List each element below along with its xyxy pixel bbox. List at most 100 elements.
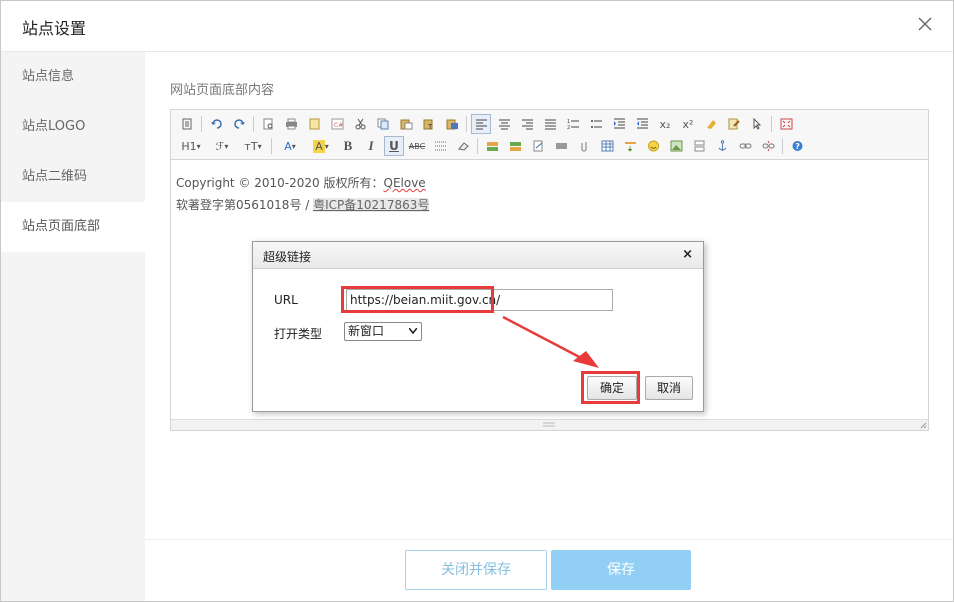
link-icon[interactable] bbox=[735, 136, 755, 156]
editor-toolbar: C# T 12 x₂ x² H1 ▾ ℱ ▾ тT ▾ A ▾ A ▾ B I … bbox=[171, 110, 928, 160]
print-icon[interactable] bbox=[281, 114, 301, 134]
indent-icon[interactable] bbox=[609, 114, 629, 134]
image-edit-icon[interactable] bbox=[528, 136, 548, 156]
clear-format-icon[interactable] bbox=[701, 114, 721, 134]
owner-name: QElove bbox=[383, 176, 426, 190]
font-family-dropdown[interactable]: ℱ ▾ bbox=[208, 136, 236, 156]
superscript-button[interactable]: x² bbox=[678, 114, 698, 134]
close-and-save-button[interactable]: 关闭并保存 bbox=[405, 550, 547, 590]
highlight-label: A bbox=[313, 139, 325, 153]
content-line-1: Copyright © 2010-2020 版权所有：QElove bbox=[176, 172, 923, 194]
svg-text:2: 2 bbox=[567, 125, 570, 130]
cut-icon[interactable] bbox=[350, 114, 370, 134]
code-block-icon[interactable]: C# bbox=[327, 114, 347, 134]
toolbar-row-1: C# T 12 x₂ x² bbox=[177, 113, 922, 135]
outdent-icon[interactable] bbox=[632, 114, 652, 134]
help-icon[interactable]: ? bbox=[787, 136, 807, 156]
paste-word-icon[interactable] bbox=[442, 114, 462, 134]
insert-row-icon[interactable] bbox=[620, 136, 640, 156]
bold-button[interactable]: B bbox=[338, 136, 358, 156]
toolbar-divider bbox=[253, 116, 254, 132]
chevron-down-icon bbox=[409, 328, 417, 334]
hyperlink-dialog: 超级链接 × URL 打开类型 新窗口 确定 取消 bbox=[252, 241, 704, 412]
attachment-icon[interactable] bbox=[574, 136, 594, 156]
paste-text-icon[interactable]: T bbox=[419, 114, 439, 134]
close-icon[interactable]: × bbox=[682, 247, 693, 262]
format-painter-icon[interactable] bbox=[724, 114, 744, 134]
sidebar-item-site-info[interactable]: 站点信息 bbox=[1, 52, 145, 102]
align-justify-icon[interactable] bbox=[540, 114, 560, 134]
eraser-icon[interactable] bbox=[453, 136, 473, 156]
font-color-label: A bbox=[284, 139, 292, 153]
align-right-icon[interactable] bbox=[517, 114, 537, 134]
font-size-dropdown[interactable]: тT ▾ bbox=[239, 136, 267, 156]
fullscreen-icon[interactable] bbox=[776, 114, 796, 134]
icp-link-text[interactable]: 粤ICP备10217863号 bbox=[313, 198, 430, 212]
align-center-icon[interactable] bbox=[494, 114, 514, 134]
software-copyright-text: 软著登字第0561018号 / bbox=[176, 198, 314, 212]
ok-button[interactable]: 确定 bbox=[587, 376, 637, 400]
select-all-icon[interactable] bbox=[747, 114, 767, 134]
sidebar-item-site-logo[interactable]: 站点LOGO bbox=[1, 102, 145, 152]
italic-button[interactable]: I bbox=[361, 136, 381, 156]
resize-handle-icon[interactable] bbox=[919, 421, 927, 429]
toolbar-divider bbox=[201, 116, 202, 132]
sidebar-item-page-footer[interactable]: 站点页面底部 bbox=[1, 202, 145, 252]
subscript-button[interactable]: x₂ bbox=[655, 114, 675, 134]
svg-text:T: T bbox=[427, 123, 433, 130]
toolbar-divider bbox=[477, 138, 478, 154]
open-type-select[interactable]: 新窗口 bbox=[344, 322, 422, 341]
footer-divider bbox=[145, 539, 953, 540]
preview-icon[interactable] bbox=[258, 114, 278, 134]
highlight-color-dropdown[interactable]: A ▾ bbox=[307, 136, 335, 156]
strikethrough-button[interactable]: ABC bbox=[407, 136, 427, 156]
editor-content-area[interactable]: Copyright © 2010-2020 版权所有：QElove 软著登字第0… bbox=[171, 160, 928, 228]
close-icon[interactable] bbox=[917, 16, 933, 32]
heading-label: H1 bbox=[181, 139, 197, 153]
undo-icon[interactable] bbox=[206, 114, 226, 134]
unlink-icon[interactable] bbox=[758, 136, 778, 156]
insert-media-icon[interactable] bbox=[551, 136, 571, 156]
toolbar-divider bbox=[771, 116, 772, 132]
ordered-list-icon[interactable]: 12 bbox=[563, 114, 583, 134]
hr-icon[interactable] bbox=[430, 136, 450, 156]
hyperlink-dialog-header: 超级链接 × bbox=[253, 242, 703, 269]
dialog-title: 站点设置 bbox=[22, 19, 87, 38]
insert-table-icon[interactable] bbox=[597, 136, 617, 156]
cancel-button[interactable]: 取消 bbox=[645, 376, 693, 400]
toolbar-divider bbox=[782, 138, 783, 154]
insert-table-row-icon[interactable] bbox=[482, 136, 502, 156]
toolbar-divider bbox=[466, 116, 467, 132]
heading-dropdown[interactable]: H1 ▾ bbox=[177, 136, 205, 156]
toolbar-row-2: H1 ▾ ℱ ▾ тT ▾ A ▾ A ▾ B I U ABC ? bbox=[177, 135, 922, 157]
align-left-icon[interactable] bbox=[471, 114, 491, 134]
editor-resize-bar[interactable] bbox=[171, 419, 928, 430]
svg-text:?: ? bbox=[795, 142, 800, 151]
insert-image-icon[interactable] bbox=[666, 136, 686, 156]
settings-sidebar: 站点信息 站点LOGO 站点二维码 站点页面底部 bbox=[1, 52, 145, 601]
insert-table-col-icon[interactable] bbox=[505, 136, 525, 156]
source-code-icon[interactable] bbox=[177, 114, 197, 134]
save-button[interactable]: 保存 bbox=[551, 550, 691, 590]
template-icon[interactable] bbox=[304, 114, 324, 134]
svg-text:C#: C# bbox=[334, 122, 343, 129]
page-break-icon[interactable] bbox=[689, 136, 709, 156]
section-label: 网站页面底部内容 bbox=[170, 83, 275, 98]
open-type-value: 新窗口 bbox=[348, 324, 385, 338]
hyperlink-dialog-title: 超级链接 bbox=[263, 250, 312, 264]
grip-icon bbox=[543, 422, 555, 427]
font-color-dropdown[interactable]: A ▾ bbox=[276, 136, 304, 156]
content-line-2: 软著登字第0561018号 / 粤ICP备10217863号 bbox=[176, 194, 923, 216]
redo-icon[interactable] bbox=[229, 114, 249, 134]
sidebar-item-site-qrcode[interactable]: 站点二维码 bbox=[1, 152, 145, 202]
open-type-label: 打开类型 bbox=[274, 327, 323, 341]
anchor-icon[interactable] bbox=[712, 136, 732, 156]
site-settings-dialog: 站点设置 站点信息 站点LOGO 站点二维码 站点页面底部 网站页面底部内容 C… bbox=[0, 0, 954, 602]
url-input[interactable] bbox=[346, 289, 613, 311]
bullet-list-icon[interactable] bbox=[586, 114, 606, 134]
paste-icon[interactable] bbox=[396, 114, 416, 134]
emoji-icon[interactable] bbox=[643, 136, 663, 156]
underline-button[interactable]: U bbox=[384, 136, 404, 156]
toolbar-divider bbox=[271, 138, 272, 154]
copy-icon[interactable] bbox=[373, 114, 393, 134]
